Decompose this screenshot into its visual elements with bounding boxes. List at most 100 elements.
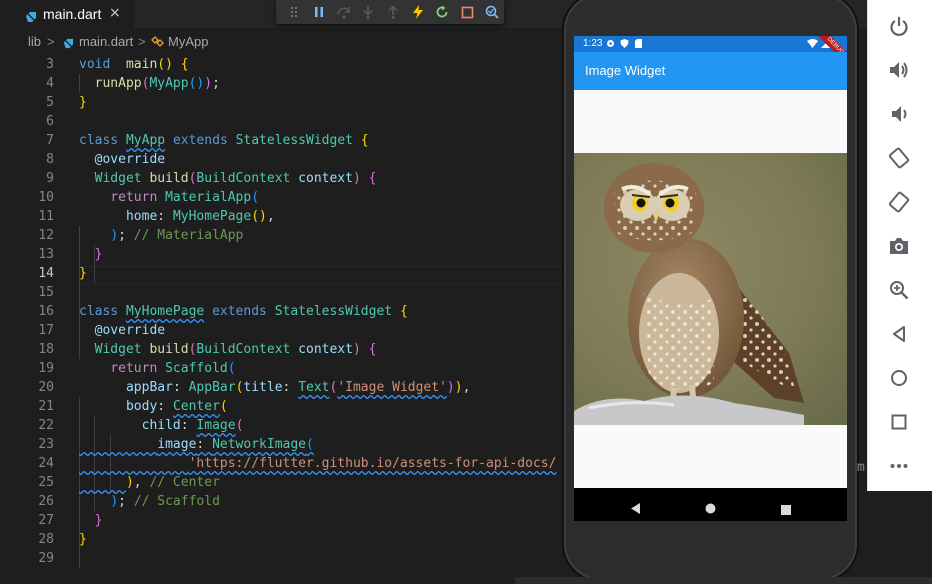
code-line[interactable]: 11 home: MyHomePage(), [0, 207, 565, 226]
recents-nav-icon[interactable] [781, 500, 791, 519]
code-line[interactable]: 6 [0, 112, 565, 131]
line-number: 5 [46, 95, 54, 110]
line-number: 29 [38, 551, 54, 566]
home-nav-icon[interactable] [705, 499, 716, 518]
code-line[interactable]: 24 'https://flutter.github.io/assets-for… [0, 454, 565, 473]
code-line[interactable]: 28} [0, 530, 565, 549]
dart-file-icon [24, 8, 37, 27]
code-line[interactable]: 27 } [0, 511, 565, 530]
code-line[interactable]: 26 ); // Scaffold [0, 492, 565, 511]
power-icon[interactable] [886, 13, 912, 39]
code-line[interactable]: 23 image: NetworkImage( [0, 435, 565, 454]
code-line[interactable]: 8 @override [0, 150, 565, 169]
code-line[interactable]: 12 ); // MaterialApp [0, 226, 565, 245]
code-line[interactable]: 13 } [0, 245, 565, 264]
code-line[interactable]: 25 ), // Center [0, 473, 565, 492]
step-into-icon[interactable] [356, 0, 381, 24]
code-line[interactable]: 29 [0, 549, 565, 568]
line-code: class MyApp extends StatelessWidget { [79, 131, 369, 150]
tab-main-dart[interactable]: main.dart × [0, 0, 134, 28]
step-out-icon[interactable] [381, 0, 406, 24]
pause-icon[interactable] [307, 0, 332, 24]
code-line[interactable]: 4 runApp(MyApp()); [0, 74, 565, 93]
code-line[interactable]: 22 child: Image( [0, 416, 565, 435]
device-screen[interactable]: 1:23 DEBUG Image Widget [574, 36, 847, 521]
code-token: { [368, 171, 377, 186]
breadcrumb-file[interactable]: main.dart [79, 34, 133, 49]
code-token: // MaterialApp [133, 228, 244, 243]
step-over-icon[interactable] [331, 0, 356, 24]
code-line[interactable]: 5} [0, 93, 565, 112]
hot-reload-icon[interactable] [405, 0, 430, 24]
background-window-text: m [857, 460, 865, 475]
line-code: } [79, 245, 103, 264]
code-token: body [125, 399, 158, 414]
drag-handle-icon[interactable] [282, 0, 307, 24]
line-code: } [79, 264, 87, 283]
background-window-edge [515, 577, 932, 584]
code-line[interactable]: 19 return Scaffold( [0, 359, 565, 378]
back-icon[interactable] [886, 321, 912, 347]
code-token: () [188, 76, 205, 91]
stop-icon[interactable] [455, 0, 480, 24]
code-editor[interactable]: 3 void main() {4 runApp(MyApp()); 5} 6 7 clas… [0, 55, 565, 584]
code-line[interactable]: 16 class MyHomePage extends StatelessWidg… [0, 302, 565, 321]
more-icon[interactable] [886, 453, 912, 479]
breadcrumb-folder[interactable]: lib [28, 34, 41, 49]
line-number: 13 [38, 247, 54, 262]
camera-icon[interactable] [886, 233, 912, 259]
code-token: // Scaffold [133, 494, 220, 509]
code-line[interactable]: 14} [0, 264, 565, 283]
code-token: BuildContext [196, 342, 291, 357]
home-icon[interactable] [886, 365, 912, 391]
code-token: () [251, 209, 267, 224]
tab-close-icon[interactable]: × [109, 5, 121, 21]
code-line[interactable]: 21 body: Center( [0, 397, 565, 416]
back-nav-icon[interactable] [631, 499, 641, 518]
code-token: { [399, 304, 408, 319]
line-number: 25 [38, 475, 54, 490]
volume-down-icon[interactable] [886, 101, 912, 127]
code-line[interactable]: 7 class MyApp extends StatelessWidget { [0, 131, 565, 150]
code-line[interactable]: 15 [0, 283, 565, 302]
android-nav-bar [574, 488, 847, 521]
code-line[interactable]: 10 return MaterialApp( [0, 188, 565, 207]
code-line[interactable]: 20 appBar: AppBar(title: Text('Image Wid… [0, 378, 565, 397]
code-token: ) [110, 228, 119, 243]
code-token: home [125, 209, 158, 224]
rotate-left-icon[interactable] [886, 145, 912, 171]
line-code: child: Image( [79, 416, 244, 435]
code-line[interactable]: 9 Widget build(BuildContext context) { [0, 169, 565, 188]
code-line[interactable]: 18 Widget build(BuildContext context) { [0, 340, 565, 359]
code-token: ) [352, 171, 361, 186]
line-number: 19 [38, 361, 54, 376]
code-token: ; [118, 228, 134, 243]
code-token: child [141, 418, 181, 433]
settings-icon [606, 39, 615, 51]
hot-restart-icon[interactable] [430, 0, 455, 24]
breadcrumb-symbol[interactable]: MyApp [168, 34, 208, 49]
inspector-icon[interactable] [479, 0, 504, 24]
rotate-right-icon[interactable] [886, 189, 912, 215]
line-number: 20 [38, 380, 54, 395]
code-line[interactable]: 17 @override [0, 321, 565, 340]
zoom-icon[interactable] [886, 277, 912, 303]
volume-up-icon[interactable] [886, 57, 912, 83]
line-code: appBar: AppBar(title: Text('Image Widget… [79, 378, 470, 397]
code-token: MyHomePage [125, 304, 205, 319]
code-token: main [125, 57, 158, 72]
shield-icon [620, 39, 629, 51]
code-line[interactable]: 3 void main() { [0, 55, 565, 74]
overview-icon[interactable] [886, 409, 912, 435]
code-token: class [79, 304, 119, 319]
code-token: , [462, 380, 471, 395]
